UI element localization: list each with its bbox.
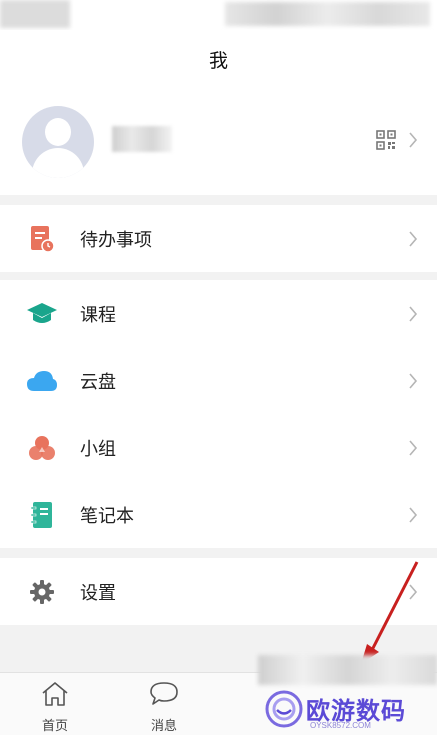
watermark-logo-icon bbox=[264, 689, 304, 729]
chevron-right-icon bbox=[408, 305, 418, 322]
menu-group-todo: 待办事项 bbox=[0, 205, 437, 272]
group-icon bbox=[26, 433, 58, 463]
chevron-right-icon bbox=[408, 230, 418, 247]
notebook-icon bbox=[26, 500, 58, 530]
qr-code-icon[interactable] bbox=[376, 130, 396, 150]
watermark: 欧游数码 OYSK8572.COM bbox=[258, 655, 437, 735]
avatar-body bbox=[32, 148, 84, 178]
watermark-subtext: OYSK8572.COM bbox=[310, 721, 371, 730]
menu-item-settings[interactable]: 设置 bbox=[0, 558, 437, 625]
menu-item-notebook[interactable]: 笔记本 bbox=[0, 481, 437, 548]
chevron-right-icon bbox=[408, 583, 418, 600]
menu-item-course[interactable]: 课程 bbox=[0, 280, 437, 347]
menu-group-main: 课程 云盘 小组 笔记本 bbox=[0, 280, 437, 548]
menu-item-label: 小组 bbox=[80, 438, 116, 460]
avatar[interactable] bbox=[22, 106, 94, 178]
menu-item-label: 课程 bbox=[80, 304, 116, 326]
menu-item-group[interactable]: 小组 bbox=[0, 414, 437, 481]
chevron-right-icon bbox=[408, 439, 418, 456]
menu-item-cloud[interactable]: 云盘 bbox=[0, 347, 437, 414]
chat-bubble-icon bbox=[149, 681, 179, 711]
avatar-head bbox=[45, 118, 71, 146]
username-blurred bbox=[112, 126, 172, 152]
status-blur-left bbox=[0, 0, 70, 28]
chevron-right-icon bbox=[408, 372, 418, 389]
menu-item-label: 待办事项 bbox=[80, 229, 152, 251]
chevron-right-icon bbox=[408, 506, 418, 523]
cloud-icon bbox=[26, 366, 58, 396]
tab-home[interactable]: 首页 bbox=[25, 681, 85, 734]
todo-icon bbox=[26, 224, 58, 254]
profile-card[interactable] bbox=[0, 88, 437, 195]
gear-icon bbox=[26, 577, 58, 607]
menu-group-settings: 设置 bbox=[0, 558, 437, 625]
menu-item-label: 云盘 bbox=[80, 371, 116, 393]
nav-bar: 我 bbox=[0, 30, 437, 88]
home-icon bbox=[40, 681, 70, 711]
menu-item-label: 设置 bbox=[80, 582, 116, 604]
menu-item-label: 笔记本 bbox=[80, 505, 134, 527]
watermark-blur bbox=[258, 655, 437, 685]
status-blur-right bbox=[225, 2, 430, 26]
page-title: 我 bbox=[208, 49, 228, 72]
tab-label: 首页 bbox=[41, 719, 68, 734]
menu-item-todo[interactable]: 待办事项 bbox=[0, 205, 437, 272]
profile-chevron-icon bbox=[408, 132, 418, 148]
tab-label: 消息 bbox=[150, 719, 177, 734]
tab-messages[interactable]: 消息 bbox=[134, 681, 194, 734]
graduation-cap-icon bbox=[26, 299, 58, 329]
status-bar bbox=[0, 0, 437, 30]
